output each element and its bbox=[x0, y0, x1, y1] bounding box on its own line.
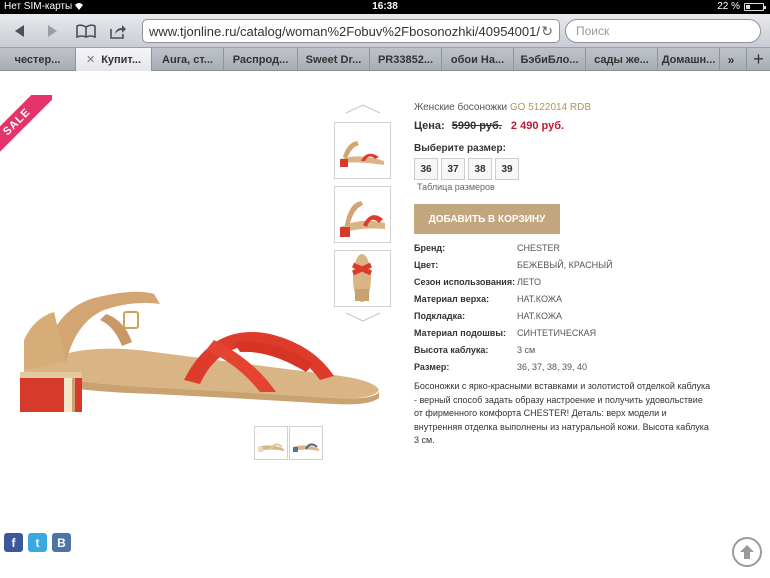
bookmarks-button[interactable] bbox=[74, 19, 98, 43]
spec-value: БЕЖЕВЫЙ, КРАСНЫЙ bbox=[517, 260, 613, 270]
spec-value: ЛЕТО bbox=[517, 277, 542, 287]
tab-10[interactable]: Домашн... bbox=[658, 48, 720, 71]
forward-button[interactable] bbox=[42, 19, 64, 43]
vk-icon: B bbox=[57, 535, 66, 550]
add-to-cart-button[interactable]: ДОБАВИТЬ В КОРЗИНУ bbox=[414, 204, 560, 234]
scroll-to-top-button[interactable] bbox=[732, 537, 762, 567]
share-icon bbox=[110, 25, 126, 39]
battery-percent: 22 % bbox=[717, 1, 740, 12]
spec-key: Цвет: bbox=[414, 260, 439, 270]
url-text: www.tjonline.ru/catalog/woman%2Fobuv%2Fb… bbox=[149, 24, 540, 39]
double-chevron-icon: » bbox=[727, 52, 735, 67]
new-price: 2 490 руб. bbox=[510, 120, 565, 132]
battery-icon bbox=[744, 3, 766, 11]
variant-beige-red[interactable] bbox=[254, 426, 288, 460]
tab-4[interactable]: Распрод... bbox=[224, 48, 298, 71]
spec-key: Размер: bbox=[414, 362, 450, 372]
forward-arrow-icon bbox=[48, 25, 57, 37]
spec-value: 3 см bbox=[517, 345, 536, 355]
spec-key: Бренд: bbox=[414, 243, 446, 253]
product-code: GO 5122014 RDB bbox=[509, 102, 592, 113]
tab-label: PR33852... bbox=[377, 53, 434, 66]
tab-7[interactable]: обои На... bbox=[442, 48, 514, 71]
plus-icon: + bbox=[753, 49, 764, 69]
sale-badge: SALE bbox=[0, 95, 52, 157]
sale-badge-text: SALE bbox=[0, 95, 52, 157]
address-bar[interactable]: www.tjonline.ru/catalog/woman%2Fobuv%2Fb… bbox=[142, 19, 560, 43]
reload-icon[interactable]: ↻ bbox=[541, 23, 553, 40]
spec-value: НАТ.КОЖА bbox=[517, 311, 563, 321]
tab-3[interactable]: Aura, ст... bbox=[152, 48, 224, 71]
close-tab-icon[interactable]: ✕ bbox=[86, 53, 95, 66]
spec-value: НАТ.КОЖА bbox=[517, 294, 563, 304]
size-selector: 36 37 38 39 bbox=[414, 158, 519, 180]
tab-5[interactable]: Sweet Dr... bbox=[298, 48, 370, 71]
twitter-share-button[interactable]: t bbox=[28, 533, 47, 552]
browser-toolbar: www.tjonline.ru/catalog/woman%2Fobuv%2Fb… bbox=[0, 14, 770, 48]
sandal-thumb-image bbox=[340, 201, 385, 237]
status-bar: Нет SIM-карты 16:38 22 % bbox=[0, 0, 770, 14]
size-label: Выберите размер: bbox=[414, 143, 506, 154]
variant-thumb-image bbox=[293, 443, 319, 452]
spec-key: Подкладка: bbox=[414, 311, 466, 321]
spec-key: Сезон использования: bbox=[414, 277, 516, 287]
variant-blue[interactable] bbox=[289, 426, 323, 460]
search-input[interactable]: Поиск bbox=[565, 19, 761, 43]
back-arrow-icon bbox=[15, 25, 24, 37]
clock-text: 16:38 bbox=[372, 1, 398, 12]
sandal-thumb-image bbox=[340, 141, 384, 167]
back-button[interactable] bbox=[8, 19, 30, 43]
arrow-up-icon bbox=[740, 545, 754, 559]
search-placeholder: Поиск bbox=[576, 24, 610, 38]
spec-key: Высота каблука: bbox=[414, 345, 489, 355]
vk-share-button[interactable]: B bbox=[52, 533, 71, 552]
thumbnail-angle-view[interactable] bbox=[334, 186, 391, 243]
thumbnail-top-view[interactable] bbox=[334, 250, 391, 307]
tab-label: БэбиБло... bbox=[520, 53, 579, 66]
thumbnail-side-view[interactable] bbox=[334, 122, 391, 179]
tab-9[interactable]: сады же... bbox=[586, 48, 658, 71]
tab-2-active[interactable]: ✕ Купит... bbox=[76, 48, 152, 71]
price-block: Цена: 5990 руб. 2 490 руб. bbox=[414, 120, 564, 132]
size-option[interactable]: 39 bbox=[495, 158, 519, 180]
tab-label: Купит... bbox=[101, 53, 142, 66]
variant-thumb-image bbox=[258, 443, 284, 452]
facebook-icon: f bbox=[11, 535, 16, 550]
scroll-up-arrow-icon[interactable] bbox=[345, 104, 381, 114]
spec-value: CHESTER bbox=[517, 243, 561, 253]
tab-1[interactable]: честер... bbox=[0, 48, 76, 71]
tab-bar: честер... ✕ Купит... Aura, ст... Распрод.… bbox=[0, 48, 770, 71]
size-table-link[interactable]: Таблица размеров bbox=[417, 182, 495, 192]
tab-label: Домашн... bbox=[661, 53, 716, 66]
size-option[interactable]: 38 bbox=[468, 158, 492, 180]
facebook-share-button[interactable]: f bbox=[4, 533, 23, 552]
product-name: Женские босоножки bbox=[414, 102, 508, 113]
twitter-icon: t bbox=[35, 535, 40, 550]
spec-key: Материал подошвы: bbox=[414, 328, 507, 338]
share-button[interactable] bbox=[106, 19, 130, 43]
sandal-thumb-image bbox=[351, 254, 373, 302]
tab-label: Aura, ст... bbox=[162, 53, 213, 66]
size-option[interactable]: 36 bbox=[414, 158, 438, 180]
tab-8[interactable]: БэбиБло... bbox=[514, 48, 586, 71]
tab-label: Распрод... bbox=[232, 53, 289, 66]
tab-label: Sweet Dr... bbox=[305, 53, 362, 66]
product-description: Босоножки с ярко-красными вставками и зо… bbox=[414, 381, 711, 445]
price-label: Цена: bbox=[414, 120, 445, 132]
product-title: Женские босоножки GO 5122014 RDB bbox=[414, 102, 591, 113]
book-icon bbox=[76, 24, 96, 38]
tab-label: обои На... bbox=[450, 53, 505, 66]
new-tab-button[interactable]: + bbox=[746, 48, 770, 71]
tab-6[interactable]: PR33852... bbox=[370, 48, 442, 71]
scroll-down-arrow-icon[interactable] bbox=[345, 312, 381, 322]
size-option[interactable]: 37 bbox=[441, 158, 465, 180]
old-price: 5990 руб. bbox=[451, 120, 502, 132]
more-tabs-button[interactable]: » bbox=[720, 48, 742, 71]
tab-label: сады же... bbox=[594, 53, 649, 66]
spec-value: СИНТЕТИЧЕСКАЯ bbox=[517, 328, 597, 338]
spec-value: 36, 37, 38, 39, 40 bbox=[517, 362, 588, 372]
tab-label: честер... bbox=[14, 53, 61, 66]
spec-key: Материал верха: bbox=[414, 294, 490, 304]
